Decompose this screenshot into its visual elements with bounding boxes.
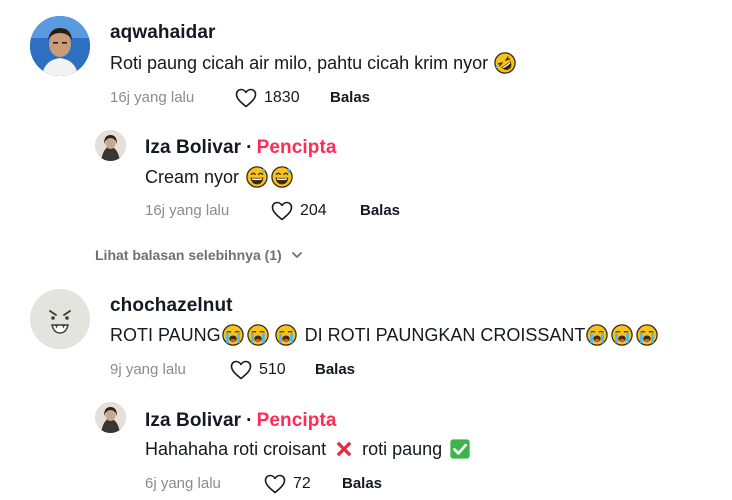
check-mark-emoji (449, 438, 471, 460)
loudly-crying-emoji (275, 324, 297, 346)
avatar[interactable] (30, 289, 90, 349)
comment-text: ROTI PAUNG DI ROTI PAUNGKAN CROISSANT (110, 324, 658, 346)
view-more-label: Lihat balasan selebihnya (1) (95, 247, 282, 263)
separator-dot: · (246, 410, 253, 431)
comment-chochazelnut: chochazelnut ROTI PAUNG DI ROTI PAUNGKAN… (0, 280, 732, 500)
separator-dot: · (246, 137, 253, 158)
user-photo (30, 16, 90, 76)
like-button[interactable]: 1830 (234, 86, 300, 110)
timestamp: 9j yang lalu (110, 361, 186, 378)
timestamp: 16j yang lalu (110, 89, 195, 106)
comment-text-part: Hahahaha roti croisant (145, 438, 327, 459)
user-photo (30, 289, 90, 349)
reply-button[interactable]: Balas (342, 475, 382, 492)
username-text: Iza Bolivar (145, 410, 242, 431)
avatar[interactable] (95, 402, 126, 433)
user-photo (95, 130, 126, 161)
grinning-sweat-emoji (246, 166, 268, 188)
creator-badge: Pencipta (256, 410, 337, 431)
comment-text-part: roti paung (362, 438, 443, 459)
reply-button[interactable]: Balas (330, 89, 370, 106)
comment-text: Hahahaha roti croisant roti paung (145, 438, 471, 460)
comment-text-part: ROTI PAUNG (110, 324, 221, 345)
comment-text-part: DI ROTI PAUNGKAN CROISSANT (304, 324, 586, 345)
loudly-crying-emoji (611, 324, 633, 346)
like-count: 204 (300, 202, 327, 219)
timestamp: 6j yang lalu (145, 475, 221, 492)
loudly-crying-emoji (222, 324, 244, 346)
avatar[interactable] (30, 16, 90, 76)
loudly-crying-emoji (586, 324, 608, 346)
loudly-crying-emoji (636, 324, 658, 346)
user-photo (95, 402, 126, 433)
timestamp: 16j yang lalu (145, 202, 230, 219)
like-button[interactable]: 510 (229, 358, 286, 382)
username[interactable]: chochazelnut (110, 295, 233, 317)
view-more-replies-button[interactable]: Lihat balasan selebihnya (1) (95, 247, 304, 263)
comment-aqwahaidar: aqwahaidar Roti paung cicah air milo, pa… (0, 0, 732, 263)
like-count: 1830 (264, 89, 300, 106)
reply-button[interactable]: Balas (360, 202, 400, 219)
username[interactable]: aqwahaidar (110, 22, 216, 44)
heart-icon (229, 358, 253, 382)
avatar[interactable] (95, 130, 126, 161)
like-button[interactable]: 204 (270, 199, 327, 223)
comment-text: Cream nyor (145, 166, 293, 188)
username[interactable]: Iza Bolivar · Pencipta (145, 410, 337, 432)
username-text: Iza Bolivar (145, 137, 242, 158)
reply-button[interactable]: Balas (315, 361, 355, 378)
username[interactable]: Iza Bolivar · Pencipta (145, 137, 337, 159)
cross-mark-emoji (333, 438, 355, 460)
grinning-sweat-emoji (271, 166, 293, 188)
loudly-crying-emoji (247, 324, 269, 346)
heart-icon (263, 472, 287, 496)
comment-text: Roti paung cicah air milo, pahtu cicah k… (110, 52, 516, 74)
like-count: 510 (259, 361, 286, 378)
comment-text-body: Roti paung cicah air milo, pahtu cicah k… (110, 52, 489, 73)
heart-icon (234, 86, 258, 110)
creator-badge: Pencipta (256, 137, 337, 158)
chevron-down-icon (291, 252, 302, 258)
like-count: 72 (293, 475, 311, 492)
like-button[interactable]: 72 (263, 472, 311, 496)
heart-icon (270, 199, 294, 223)
comment-text-body: Cream nyor (145, 166, 240, 187)
rolling-laughing-emoji (494, 52, 516, 74)
